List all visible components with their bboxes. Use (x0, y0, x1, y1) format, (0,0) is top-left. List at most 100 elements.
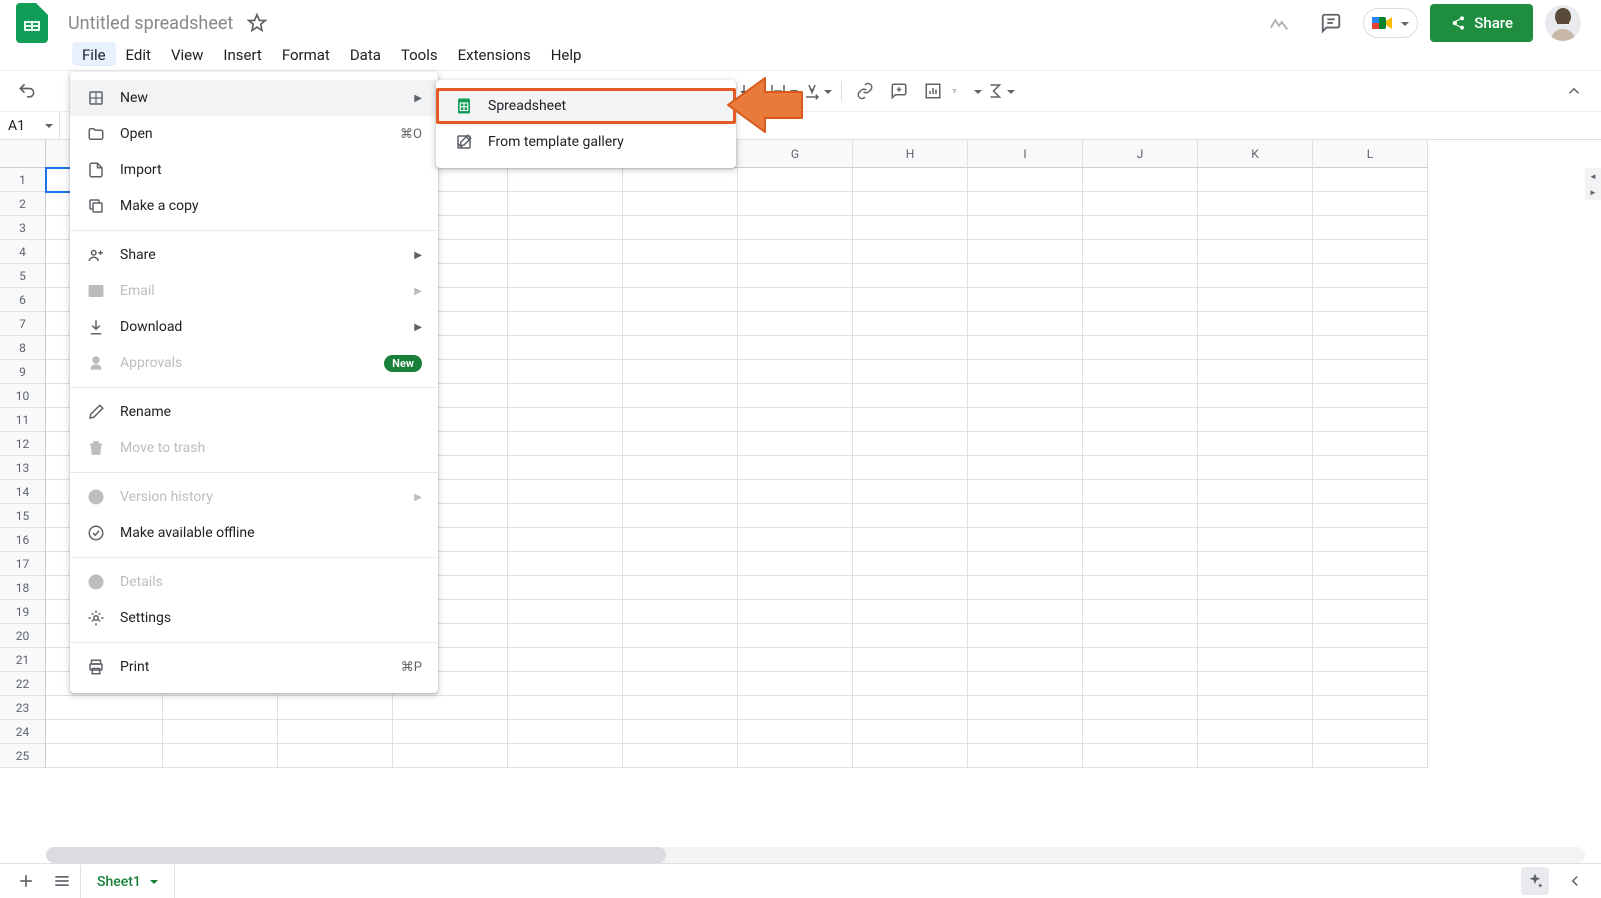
cell[interactable] (1313, 744, 1428, 768)
cell[interactable] (508, 600, 623, 624)
side-panel-toggle-icon[interactable] (1557, 864, 1593, 898)
cell[interactable] (1083, 576, 1198, 600)
cell[interactable] (1083, 480, 1198, 504)
cell[interactable] (393, 720, 508, 744)
cell[interactable] (623, 432, 738, 456)
cell[interactable] (1083, 744, 1198, 768)
cell[interactable] (853, 384, 968, 408)
name-box[interactable]: A1 (0, 112, 60, 140)
insert-link-icon[interactable] (850, 76, 880, 106)
cell[interactable] (968, 192, 1083, 216)
vertical-scrollbar[interactable]: ◄ ► (1585, 168, 1601, 847)
cell[interactable] (738, 456, 853, 480)
cell[interactable] (623, 744, 738, 768)
functions-icon[interactable] (986, 76, 1016, 106)
cell[interactable] (968, 216, 1083, 240)
cell[interactable] (1313, 528, 1428, 552)
cell[interactable] (623, 360, 738, 384)
menu-item-email[interactable]: Email ▶ (70, 273, 438, 309)
cell[interactable] (853, 648, 968, 672)
cell[interactable] (1313, 432, 1428, 456)
cell[interactable] (968, 552, 1083, 576)
cell[interactable] (1083, 672, 1198, 696)
cell[interactable] (1083, 216, 1198, 240)
cell[interactable] (1313, 408, 1428, 432)
cell[interactable] (623, 624, 738, 648)
cell[interactable] (508, 288, 623, 312)
submenu-item-spreadsheet[interactable]: Spreadsheet (436, 88, 736, 124)
row-header[interactable]: 9 (0, 360, 46, 384)
submenu-item-template[interactable]: From template gallery (436, 124, 736, 160)
cell[interactable] (623, 384, 738, 408)
cell[interactable] (968, 360, 1083, 384)
cell[interactable] (1313, 576, 1428, 600)
menu-item-details[interactable]: Details (70, 564, 438, 600)
menu-item-trash[interactable]: Move to trash (70, 430, 438, 466)
undo-icon[interactable] (12, 76, 42, 106)
cell[interactable] (853, 312, 968, 336)
cell[interactable] (738, 528, 853, 552)
cell[interactable] (508, 264, 623, 288)
cell[interactable] (968, 528, 1083, 552)
cell[interactable] (1198, 552, 1313, 576)
cell[interactable] (968, 672, 1083, 696)
menu-item-make-copy[interactable]: Make a copy (70, 188, 438, 224)
row-header[interactable]: 3 (0, 216, 46, 240)
row-header[interactable]: 1 (0, 168, 46, 192)
scroll-right-icon[interactable]: ► (1585, 184, 1601, 200)
cell[interactable] (968, 720, 1083, 744)
star-icon[interactable] (241, 7, 273, 39)
cell[interactable] (968, 648, 1083, 672)
cell[interactable] (738, 552, 853, 576)
row-header[interactable]: 15 (0, 504, 46, 528)
cell[interactable] (1313, 648, 1428, 672)
cell[interactable] (853, 600, 968, 624)
cell[interactable] (738, 480, 853, 504)
cell[interactable] (508, 576, 623, 600)
cell[interactable] (623, 720, 738, 744)
cell[interactable] (1198, 528, 1313, 552)
row-header[interactable]: 22 (0, 672, 46, 696)
cell[interactable] (1083, 600, 1198, 624)
cell[interactable] (853, 576, 968, 600)
cell[interactable] (1313, 696, 1428, 720)
cell[interactable] (1198, 216, 1313, 240)
cell[interactable] (853, 408, 968, 432)
row-header[interactable]: 7 (0, 312, 46, 336)
menu-item-new[interactable]: New ▶ (70, 80, 438, 116)
cell[interactable] (1083, 312, 1198, 336)
cell[interactable] (1198, 360, 1313, 384)
menu-item-download[interactable]: Download ▶ (70, 309, 438, 345)
cell[interactable] (853, 528, 968, 552)
cell[interactable] (1198, 600, 1313, 624)
cell[interactable] (853, 432, 968, 456)
cell[interactable] (1198, 168, 1313, 192)
cell[interactable] (738, 744, 853, 768)
cell[interactable] (1198, 384, 1313, 408)
cell[interactable] (968, 312, 1083, 336)
cell[interactable] (1198, 408, 1313, 432)
cell[interactable] (968, 504, 1083, 528)
cell[interactable] (968, 480, 1083, 504)
cell[interactable] (1198, 480, 1313, 504)
row-header[interactable]: 10 (0, 384, 46, 408)
cell[interactable] (968, 576, 1083, 600)
menu-item-print[interactable]: Print ⌘P (70, 649, 438, 685)
cell[interactable] (508, 168, 623, 192)
row-header[interactable]: 8 (0, 336, 46, 360)
cell[interactable] (968, 264, 1083, 288)
cell[interactable] (1313, 216, 1428, 240)
menu-format[interactable]: Format (272, 42, 340, 66)
cell[interactable] (623, 168, 738, 192)
cell[interactable] (278, 744, 393, 768)
cell[interactable] (968, 432, 1083, 456)
menu-extensions[interactable]: Extensions (448, 42, 541, 66)
cell[interactable] (1198, 312, 1313, 336)
scroll-left-icon[interactable]: ◄ (1585, 168, 1601, 184)
cell[interactable] (623, 480, 738, 504)
cell[interactable] (508, 648, 623, 672)
cell[interactable] (1083, 528, 1198, 552)
cell[interactable] (1198, 264, 1313, 288)
cell[interactable] (738, 504, 853, 528)
cell[interactable] (508, 216, 623, 240)
